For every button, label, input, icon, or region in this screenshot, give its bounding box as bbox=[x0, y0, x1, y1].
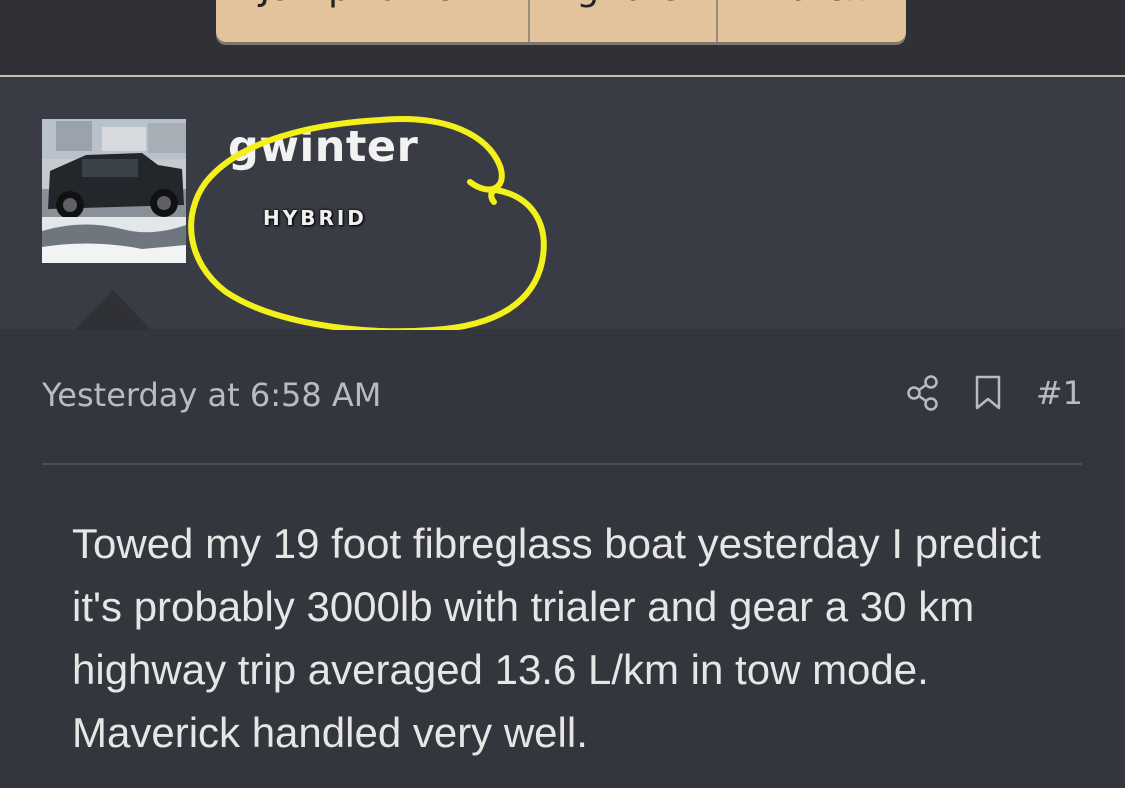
message-paragraph: Towed my 19 foot fibreglass boat yesterd… bbox=[72, 520, 1041, 693]
thread-button-group: Jump to new Ignore Watch bbox=[216, 0, 906, 42]
post-message: Towed my 19 foot fibreglass boat yesterd… bbox=[72, 512, 1072, 764]
jump-to-new-button[interactable]: Jump to new bbox=[216, 0, 530, 42]
post-number-link[interactable]: #1 bbox=[1036, 374, 1083, 412]
author-pointer-arrow bbox=[75, 290, 151, 330]
post-actions: #1 bbox=[906, 374, 1083, 412]
ignore-button[interactable]: Ignore bbox=[530, 0, 718, 42]
thread-toolbar: Jump to new Ignore Watch bbox=[0, 0, 1125, 77]
bookmark-icon[interactable] bbox=[974, 375, 1002, 411]
post-divider bbox=[42, 463, 1082, 465]
message-paragraph: Maverick handled very well. bbox=[72, 709, 588, 756]
avatar[interactable] bbox=[42, 119, 186, 263]
thread-page: Jump to new Ignore Watch bbox=[0, 0, 1125, 788]
watch-button[interactable]: Watch bbox=[718, 0, 906, 42]
share-icon[interactable] bbox=[906, 375, 940, 411]
user-title-badge: HYBRID bbox=[263, 206, 367, 230]
username-link[interactable]: gwinter bbox=[228, 122, 418, 172]
post-timestamp-link[interactable]: Yesterday at 6:58 AM bbox=[42, 376, 381, 414]
post-author-block: gwinter HYBRID bbox=[0, 77, 1125, 331]
post-content: Yesterday at 6:58 AM #1 Towed my 19 foot… bbox=[0, 330, 1125, 788]
